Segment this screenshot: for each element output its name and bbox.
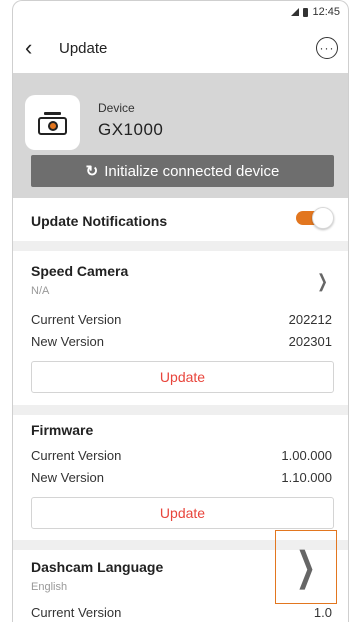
status-bar: 12:45: [13, 1, 348, 23]
signal-icon: [291, 8, 300, 16]
app-header: ‹ Update ···: [13, 23, 348, 73]
new-version-label: New Version: [31, 470, 104, 485]
firmware-title: Firmware: [31, 422, 94, 438]
dashcam-language-value: English: [31, 581, 68, 593]
battery-icon: [303, 7, 309, 17]
page-title: Update: [59, 39, 108, 57]
dashcam-icon-top: [44, 112, 61, 115]
refresh-icon: ↻: [85, 163, 99, 180]
speed-camera-chevron-icon[interactable]: ❯: [317, 271, 328, 292]
section-divider: [13, 405, 348, 415]
new-version-value: 202301: [288, 334, 332, 349]
chevron-right-icon: ❯: [295, 545, 317, 589]
firmware-update-button[interactable]: Update: [31, 497, 334, 529]
initialize-button-label: Initialize connected device: [104, 162, 280, 180]
firmware-new-row: New Version 1.10.000: [31, 470, 332, 485]
more-options-button[interactable]: ···: [316, 37, 338, 59]
dashcam-language-current-row: Current Version 1.0: [31, 605, 332, 620]
speed-camera-new-row: New Version 202301: [31, 334, 332, 349]
device-label: Device: [98, 101, 135, 115]
current-version-value: 202212: [288, 312, 332, 327]
new-version-value: 1.10.000: [281, 470, 332, 485]
dashcam-language-chevron-button[interactable]: ❯: [275, 530, 337, 604]
current-version-value: 1.00.000: [281, 448, 332, 463]
speed-camera-current-row: Current Version 202212: [31, 312, 332, 327]
dashcam-icon: [38, 117, 67, 135]
update-notifications-label: Update Notifications: [31, 213, 168, 229]
phone-screen: 12:45 ‹ Update ··· Device GX1000 ↻ Initi…: [12, 0, 349, 622]
device-panel: Device GX1000 ↻ Initialize connected dev…: [13, 73, 348, 198]
current-version-label: Current Version: [31, 448, 122, 463]
dashcam-lens-icon: [48, 121, 58, 131]
speed-camera-update-button[interactable]: Update: [31, 361, 334, 393]
back-button[interactable]: ‹: [25, 37, 49, 59]
speed-camera-title: Speed Camera: [31, 263, 129, 279]
update-notifications-toggle[interactable]: [296, 207, 334, 229]
device-icon-box: [25, 95, 80, 150]
section-divider: [13, 241, 348, 251]
current-version-value: 1.0: [313, 605, 332, 620]
toggle-knob: [312, 207, 334, 229]
speed-camera-status: N/A: [31, 285, 50, 297]
dashcam-language-title: Dashcam Language: [31, 559, 164, 575]
current-version-label: Current Version: [31, 605, 122, 620]
device-name: GX1000: [98, 120, 164, 139]
status-time: 12:45: [312, 6, 340, 18]
current-version-label: Current Version: [31, 312, 122, 327]
update-notifications-row: Update Notifications: [31, 213, 332, 229]
firmware-current-row: Current Version 1.00.000: [31, 448, 332, 463]
initialize-device-button[interactable]: ↻ Initialize connected device: [31, 155, 334, 187]
new-version-label: New Version: [31, 334, 104, 349]
